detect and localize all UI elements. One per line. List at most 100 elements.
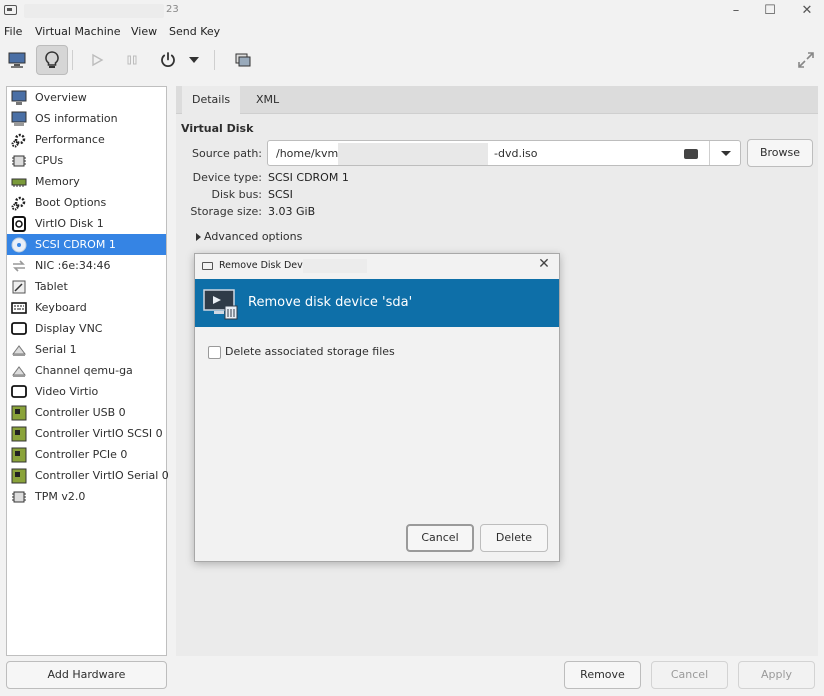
sidebar-item-label: Controller PCIe 0 bbox=[35, 448, 128, 461]
tablet-icon bbox=[10, 279, 28, 295]
sidebar-item-nic[interactable]: NIC :6e:34:46 bbox=[7, 255, 166, 276]
channel-icon bbox=[10, 363, 28, 379]
sidebar-item-label: Serial 1 bbox=[35, 343, 77, 356]
sidebar-item-os-information[interactable]: OS information bbox=[7, 108, 166, 129]
sidebar-item-controller-virtio-serial-0[interactable]: Controller VirtIO Serial 0 bbox=[7, 465, 169, 486]
remove-disk-dialog: Remove Disk Device ✕ Remove disk device … bbox=[194, 253, 560, 562]
sidebar-item-virtio-disk-1[interactable]: VirtIO Disk 1 bbox=[7, 213, 166, 234]
sidebar-item-display-vnc[interactable]: Display VNC bbox=[7, 318, 166, 339]
menu-send-key[interactable]: Send Key bbox=[169, 25, 220, 38]
sidebar-item-label: Controller VirtIO Serial 0 bbox=[35, 469, 169, 482]
browse-button[interactable]: Browse bbox=[747, 139, 813, 167]
sidebar-item-label: Keyboard bbox=[35, 301, 87, 314]
expander-arrow-icon[interactable] bbox=[196, 233, 201, 241]
source-path-combo[interactable]: /home/kvm/ -dvd.iso bbox=[267, 140, 741, 166]
title-redacted bbox=[24, 4, 164, 18]
sidebar-item-label: Controller USB 0 bbox=[35, 406, 126, 419]
dialog-titlebar: Remove Disk Device ✕ bbox=[195, 254, 559, 278]
cdrom-icon bbox=[10, 237, 28, 253]
section-title: Virtual Disk bbox=[181, 122, 254, 135]
controller-icon bbox=[10, 426, 28, 442]
lightbulb-icon bbox=[45, 51, 59, 68]
sidebar-item-controller-virtio-scsi-0[interactable]: Controller VirtIO SCSI 0 bbox=[7, 423, 166, 444]
snapshots-button[interactable] bbox=[227, 45, 259, 75]
sidebar-item-label: OS information bbox=[35, 112, 118, 125]
sidebar-item-tpm-v2[interactable]: TPM v2.0 bbox=[7, 486, 166, 507]
controller-icon bbox=[10, 447, 28, 463]
serial-icon bbox=[10, 342, 28, 358]
controller-icon bbox=[10, 405, 28, 421]
menu-view[interactable]: View bbox=[131, 25, 157, 38]
hardware-list: Overview OS information Performance CPUs… bbox=[6, 86, 169, 656]
dialog-header: Remove disk device 'sda' bbox=[195, 279, 559, 327]
sidebar-item-label: VirtIO Disk 1 bbox=[35, 217, 104, 230]
console-button[interactable] bbox=[1, 45, 33, 75]
add-hardware-button[interactable]: Add Hardware bbox=[6, 661, 167, 689]
device-type-value: SCSI CDROM 1 bbox=[268, 171, 349, 184]
dialog-cancel-button[interactable]: Cancel bbox=[406, 524, 474, 552]
dialog-delete-button[interactable]: Delete bbox=[480, 524, 548, 552]
clear-icon[interactable] bbox=[684, 149, 698, 159]
storage-size-label: Storage size: bbox=[190, 205, 262, 218]
tpm-icon bbox=[10, 489, 28, 505]
source-path-label: Source path: bbox=[192, 147, 262, 160]
sidebar-item-label: Overview bbox=[35, 91, 87, 104]
sidebar-item-label: TPM v2.0 bbox=[35, 490, 86, 503]
sidebar-item-memory[interactable]: Memory bbox=[7, 171, 166, 192]
source-path-suffix: -dvd.iso bbox=[494, 147, 538, 160]
shutdown-menu-button[interactable] bbox=[184, 45, 204, 75]
dialog-header-title: Remove disk device 'sda' bbox=[248, 295, 413, 310]
display-icon bbox=[10, 321, 28, 337]
tab-details[interactable]: Details bbox=[182, 86, 241, 114]
sidebar-item-controller-pcie-0[interactable]: Controller PCIe 0 bbox=[7, 444, 166, 465]
sidebar-item-video-virtio[interactable]: Video Virtio bbox=[7, 381, 166, 402]
details-button[interactable] bbox=[36, 45, 68, 75]
sidebar-item-overview[interactable]: Overview bbox=[7, 87, 166, 108]
sidebar-item-label: Controller VirtIO SCSI 0 bbox=[35, 427, 163, 440]
pause-button[interactable] bbox=[116, 45, 148, 75]
window-title-suffix: 23 bbox=[166, 4, 179, 15]
remove-button[interactable]: Remove bbox=[564, 661, 641, 689]
chevron-down-icon[interactable] bbox=[721, 151, 731, 156]
run-button[interactable] bbox=[81, 45, 113, 75]
sidebar-item-label: CPUs bbox=[35, 154, 64, 167]
minimize-button[interactable]: – bbox=[726, 2, 746, 20]
sidebar-item-label: Memory bbox=[35, 175, 80, 188]
source-path-prefix: /home/kvm/ bbox=[276, 147, 342, 160]
app-icon bbox=[4, 5, 17, 15]
apply-button[interactable]: Apply bbox=[738, 661, 815, 689]
sidebar-item-performance[interactable]: Performance bbox=[7, 129, 166, 150]
maximize-button[interactable]: ☐ bbox=[760, 2, 780, 20]
fullscreen-button[interactable] bbox=[790, 45, 822, 75]
remove-disk-icon bbox=[203, 289, 238, 320]
sidebar-item-tablet[interactable]: Tablet bbox=[7, 276, 166, 297]
sidebar-item-scsi-cdrom-1[interactable]: SCSI CDROM 1 bbox=[7, 234, 166, 255]
dialog-close-button[interactable]: ✕ bbox=[535, 256, 553, 272]
close-button[interactable]: ✕ bbox=[797, 2, 817, 20]
menu-bar: File Virtual Machine View Send Key bbox=[0, 22, 824, 42]
advanced-options-expander[interactable]: Advanced options bbox=[204, 230, 302, 243]
sidebar-item-controller-usb-0[interactable]: Controller USB 0 bbox=[7, 402, 166, 423]
sidebar-item-boot-options[interactable]: Boot Options bbox=[7, 192, 166, 213]
os-info-icon bbox=[10, 111, 28, 127]
sidebar-item-keyboard[interactable]: Keyboard bbox=[7, 297, 166, 318]
window-titlebar: 23 – ☐ ✕ bbox=[0, 0, 824, 22]
sidebar-item-cpus[interactable]: CPUs bbox=[7, 150, 166, 171]
device-type-label: Device type: bbox=[192, 171, 262, 184]
source-path-redacted bbox=[338, 143, 488, 165]
storage-size-value: 3.03 GiB bbox=[268, 205, 316, 218]
sidebar-item-channel-qemu-ga[interactable]: Channel qemu-ga bbox=[7, 360, 166, 381]
dialog-title-redacted bbox=[303, 259, 367, 273]
nic-icon bbox=[10, 258, 28, 274]
delete-storage-label[interactable]: Delete associated storage files bbox=[225, 345, 395, 358]
shutdown-button[interactable] bbox=[152, 45, 184, 75]
delete-storage-checkbox[interactable] bbox=[208, 346, 221, 359]
menu-virtual-machine[interactable]: Virtual Machine bbox=[35, 25, 121, 38]
cancel-button[interactable]: Cancel bbox=[651, 661, 728, 689]
tab-xml[interactable]: XML bbox=[246, 86, 289, 114]
menu-file[interactable]: File bbox=[4, 25, 22, 38]
memory-icon bbox=[10, 174, 28, 190]
cpu-icon bbox=[10, 153, 28, 169]
dialog-title: Remove Disk Device bbox=[219, 260, 317, 271]
sidebar-item-serial-1[interactable]: Serial 1 bbox=[7, 339, 166, 360]
